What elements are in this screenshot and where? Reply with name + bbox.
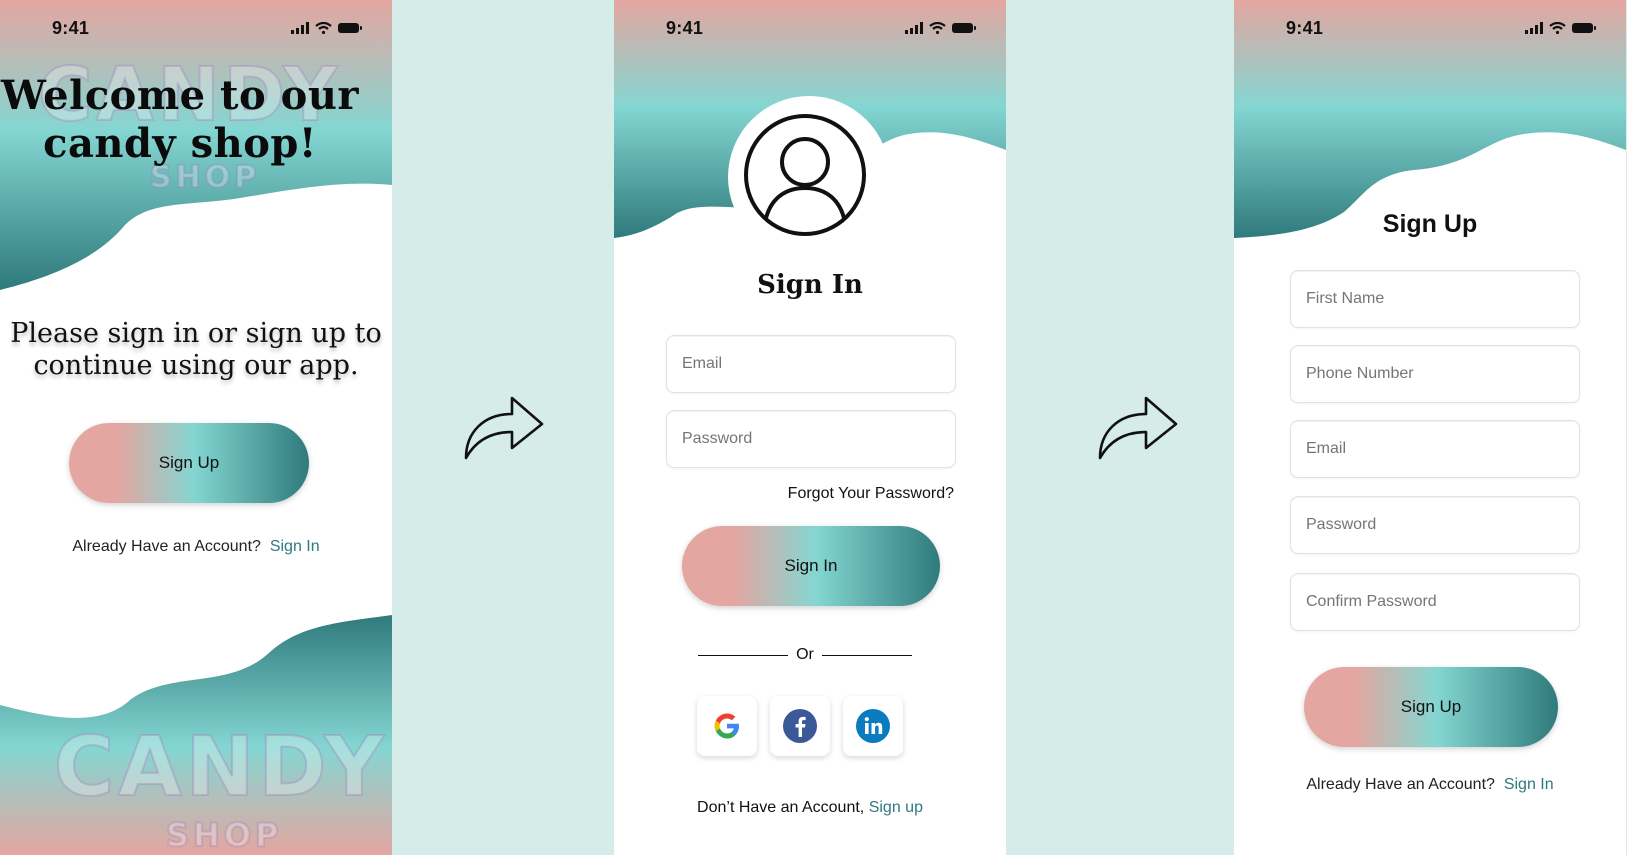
signal-icon — [1525, 22, 1543, 34]
welcome-title: Welcome to our candy shop! — [0, 72, 360, 168]
phone-number-field[interactable] — [1290, 345, 1580, 403]
sign-up-title: Sign Up — [1382, 210, 1478, 238]
sign-up-button[interactable]: Sign Up — [69, 423, 309, 503]
sign-up-screen: 9:41 Sign Up Sign Up Already Have an Acc… — [1234, 0, 1626, 855]
welcome-subtitle-line2: continue using our app. — [33, 350, 359, 381]
already-account-text: Already Have an Account? — [1306, 776, 1495, 793]
status-icons — [905, 20, 976, 36]
battery-icon — [1572, 23, 1596, 33]
sign-in-link[interactable]: Sign In — [1504, 776, 1554, 793]
sign-up-link[interactable]: Sign up — [869, 799, 923, 816]
user-avatar-icon[interactable] — [742, 112, 868, 238]
welcome-screen: CANDY SHOP CANDY SHOP 9:41 Welcome to ou… — [0, 0, 392, 855]
sign-in-link[interactable]: Sign In — [270, 538, 320, 555]
password-field[interactable] — [1290, 496, 1580, 554]
welcome-title-line1: Welcome to our — [1, 72, 359, 119]
email-field[interactable] — [666, 335, 956, 393]
google-login-button[interactable] — [697, 696, 757, 756]
signal-icon — [905, 22, 923, 34]
no-account-row: Don’t Have an Account, Sign up — [614, 799, 1006, 817]
status-time: 9:41 — [1286, 18, 1324, 38]
welcome-title-line2: candy shop! — [43, 120, 317, 167]
linkedin-icon — [856, 709, 890, 743]
facebook-icon — [783, 709, 817, 743]
email-field[interactable] — [1290, 420, 1580, 478]
divider-line-right — [822, 655, 912, 656]
or-divider: Or — [698, 646, 912, 666]
facebook-login-button[interactable] — [770, 696, 830, 756]
forward-arrow-icon — [1098, 396, 1178, 460]
google-icon — [714, 713, 739, 739]
signal-icon — [291, 22, 309, 34]
confirm-password-field[interactable] — [1290, 573, 1580, 631]
status-bar: 9:41 — [614, 0, 1006, 56]
battery-icon — [952, 23, 976, 33]
welcome-subtitle-line1: Please sign in or sign up to — [10, 318, 382, 349]
status-bar: 9:41 — [1234, 0, 1626, 56]
wifi-icon — [315, 22, 332, 34]
sign-in-title: Sign In — [757, 270, 863, 300]
already-account-row: Already Have an Account? Sign In — [0, 538, 392, 556]
sign-in-screen: 9:41 Sign In Forgot Your Password? Sign … — [614, 0, 1006, 855]
sign-in-button[interactable]: Sign In — [682, 526, 940, 606]
password-field[interactable] — [666, 410, 956, 468]
status-icons — [1525, 20, 1596, 36]
candy-watermark-bottom: CANDY — [53, 719, 388, 816]
status-bar: 9:41 — [0, 0, 392, 56]
status-time: 9:41 — [666, 18, 704, 38]
wifi-icon — [929, 22, 946, 34]
welcome-subtitle: Please sign in or sign up to continue us… — [10, 318, 382, 382]
wifi-icon — [1549, 22, 1566, 34]
status-icons — [291, 20, 362, 36]
linkedin-login-button[interactable] — [843, 696, 903, 756]
already-account-row: Already Have an Account? Sign In — [1234, 776, 1626, 794]
shop-watermark-bottom: SHOP — [165, 815, 283, 855]
forward-arrow-icon — [464, 396, 544, 460]
status-time: 9:41 — [52, 18, 90, 38]
forgot-password-link[interactable]: Forgot Your Password? — [788, 485, 954, 503]
first-name-field[interactable] — [1290, 270, 1580, 328]
no-account-text: Don’t Have an Account, — [697, 799, 865, 816]
already-account-text: Already Have an Account? — [72, 538, 261, 555]
battery-icon — [338, 23, 362, 33]
sign-up-button[interactable]: Sign Up — [1304, 667, 1558, 747]
